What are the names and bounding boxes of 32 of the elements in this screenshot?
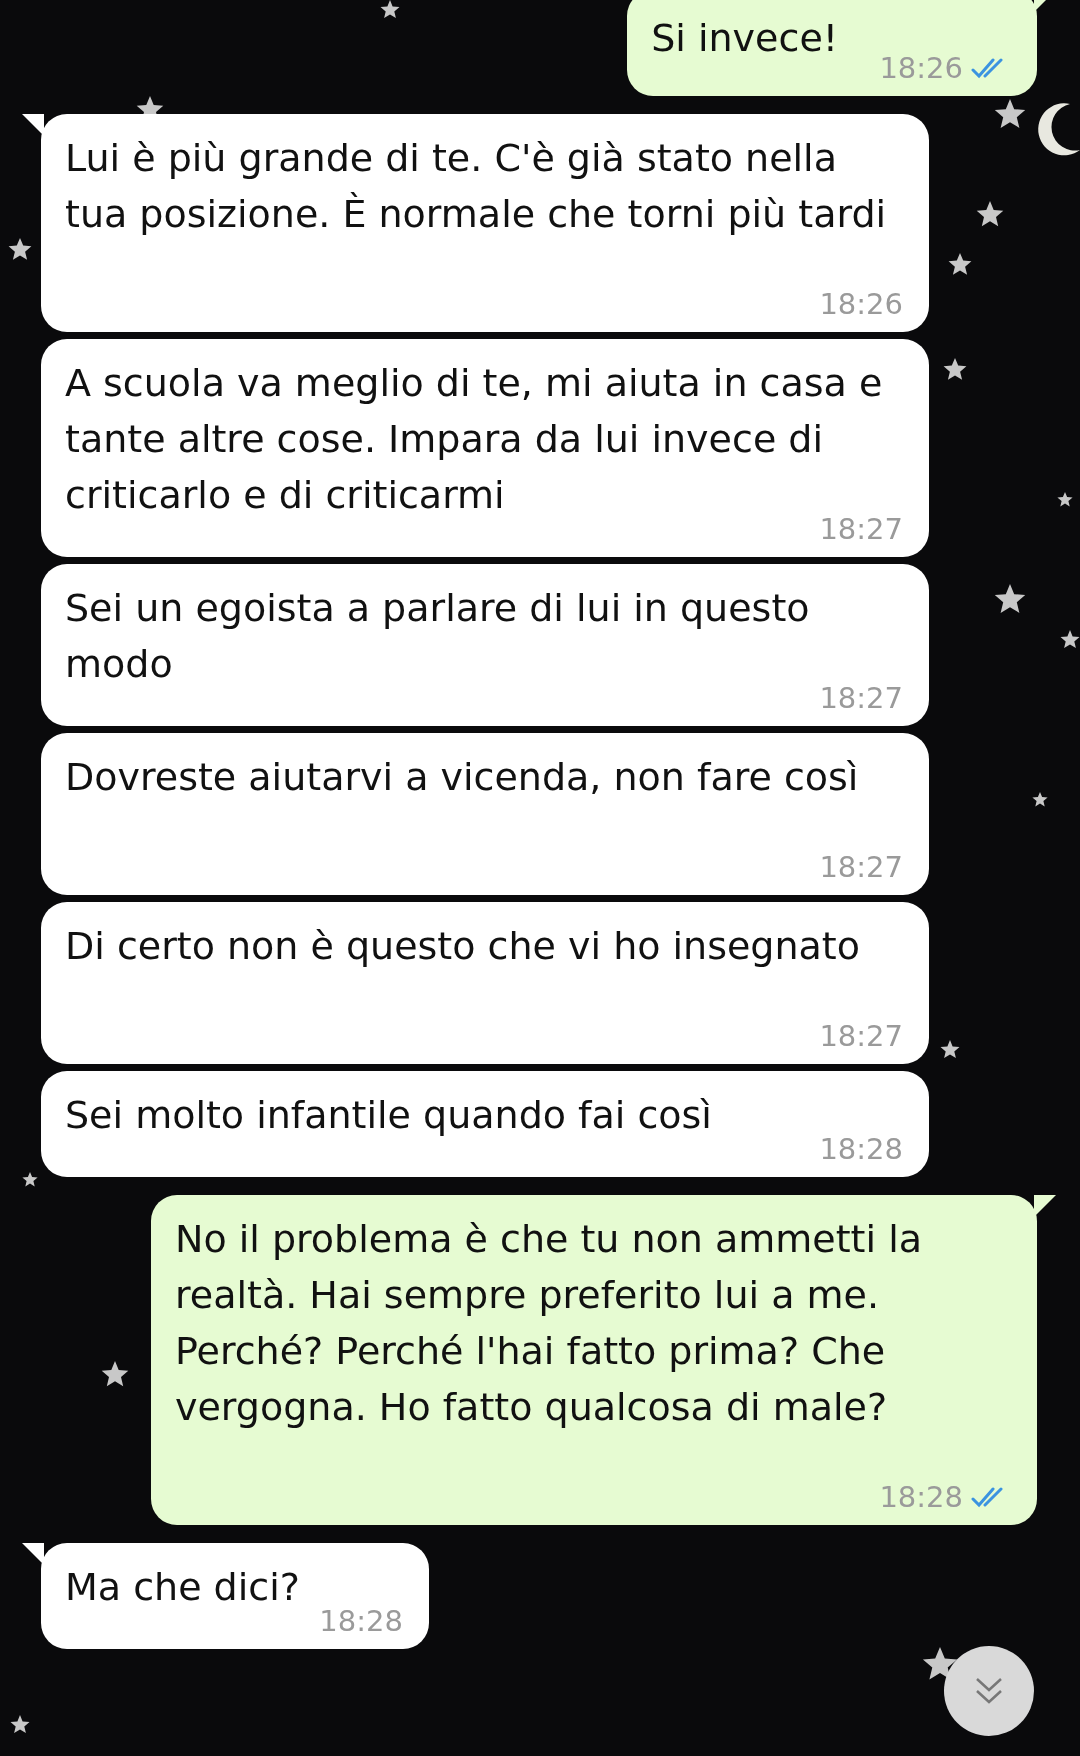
message-text: Si invece! [651, 16, 838, 60]
message-time: 18:28 [819, 1131, 903, 1167]
message-time: 18:28 [319, 1603, 403, 1639]
star-icon [380, 0, 400, 19]
message-text: Di certo non è questo che vi ho insegnato [65, 924, 860, 968]
message-time: 18:26 [879, 50, 963, 86]
message-text: Sei un egoista a parlare di lui in questo modo [65, 586, 811, 686]
star-icon [922, 1647, 958, 1680]
star-icon [994, 584, 1026, 613]
star-icon [1057, 492, 1073, 507]
message-time: 18:27 [819, 849, 903, 885]
moon-icon [1038, 103, 1080, 156]
star-icon [940, 1040, 960, 1059]
message-text: Lui è più grande di te. C'è già stato nella tua posizione. È normale che torni più tardi [65, 136, 887, 236]
message-text: Dovreste aiutarvi a vicenda, non fare così [65, 755, 859, 799]
star-icon [22, 1172, 38, 1187]
star-icon [976, 201, 1004, 227]
star-icon [1032, 792, 1048, 807]
message-time: 18:26 [819, 286, 903, 322]
message-text: Sei molto infantile quando fai così [65, 1093, 712, 1137]
message-time: 18:28 [879, 1479, 963, 1515]
message-text: Ma che dici? [65, 1565, 300, 1609]
star-icon [8, 238, 32, 260]
message-time: 18:27 [819, 680, 903, 716]
star-icon [1060, 630, 1080, 649]
message-text: No il problema è che tu non ammetti la realtà. Hai sempre preferito lui a me. Perché? Perché l'hai fatto prima? Che vergogna. Ho fatto qualcosa di male? [175, 1217, 923, 1429]
message-time: 18:27 [819, 1018, 903, 1054]
star-icon [948, 253, 972, 275]
star-icon [10, 1715, 30, 1734]
star-icon [101, 1361, 129, 1387]
star-icon [943, 358, 967, 380]
star-icon [994, 99, 1026, 128]
